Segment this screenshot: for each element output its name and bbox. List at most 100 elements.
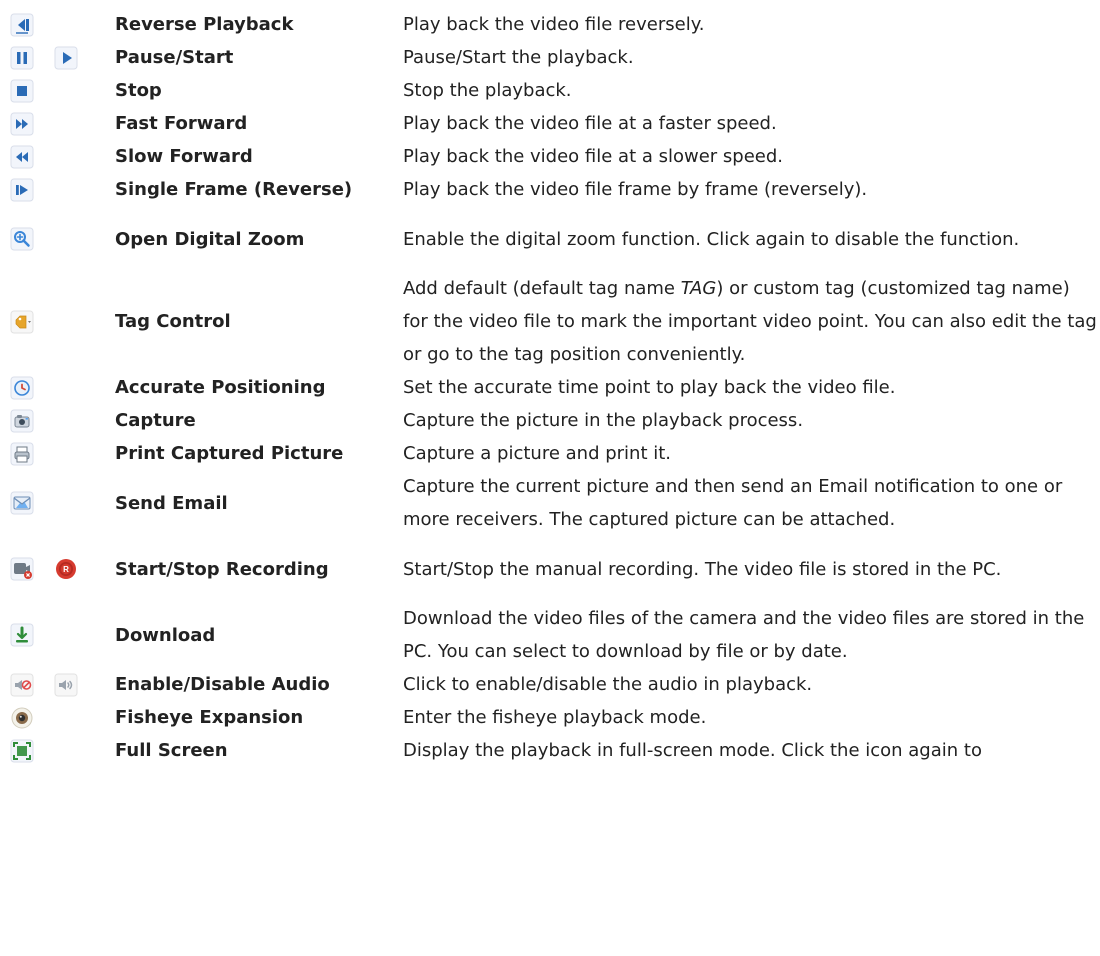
- function-description: Set the accurate time point to play back…: [403, 371, 1098, 404]
- description-text: Display the playback in full-screen mode…: [403, 740, 982, 761]
- description-text: Enter the fisheye playback mode.: [403, 707, 707, 728]
- audio-enabled-icon: [54, 673, 78, 697]
- function-name: Send Email: [115, 492, 228, 514]
- tag-icon: [10, 310, 34, 334]
- icon-cell: R: [0, 557, 115, 581]
- function-name: Enable/Disable Audio: [115, 674, 330, 695]
- function-name: Pause/Start: [115, 47, 234, 68]
- slow-forward-icon: [10, 145, 34, 169]
- function-description: Play back the video file at a faster spe…: [403, 107, 1098, 140]
- table-row: Download Download the video files of the …: [0, 602, 1100, 668]
- table-row: Reverse Playback Play back the video file…: [0, 8, 1100, 41]
- description-text: Play back the video file frame by frame …: [403, 179, 868, 200]
- reverse-playback-icon: [10, 13, 34, 37]
- description-text: Click to enable/disable the audio in pla…: [403, 674, 813, 695]
- table-row: Capture Capture the picture in the playba…: [0, 404, 1100, 437]
- function-name: Stop: [115, 80, 162, 101]
- icon-cell: [0, 145, 115, 169]
- table-row: Full Screen Display the playback in full-…: [0, 734, 1100, 767]
- function-description: Enable the digital zoom function. Click …: [403, 223, 1098, 256]
- icon-cell: [0, 376, 115, 400]
- table-row: R Start/Stop Recording Start/Stop the man…: [0, 536, 1100, 602]
- function-name: Full Screen: [115, 740, 228, 761]
- function-name: Reverse Playback: [115, 14, 294, 35]
- description-italic-text: TAG: [680, 278, 717, 299]
- description-text: Pause/Start the playback.: [403, 47, 634, 68]
- function-name: Accurate Positioning: [115, 377, 326, 398]
- description-text: Capture the current picture and then sen…: [403, 476, 1063, 530]
- function-description: Enter the fisheye playback mode.: [403, 701, 1098, 734]
- function-description: Pause/Start the playback.: [403, 41, 1098, 74]
- audio-disabled-icon: [10, 673, 34, 697]
- icon-cell: [0, 178, 115, 202]
- pause-icon: [10, 46, 34, 70]
- icon-cell: [0, 623, 115, 647]
- table-row: Fisheye Expansion Enter the fisheye playb…: [0, 701, 1100, 734]
- function-description: Download the video files of the camera a…: [403, 602, 1098, 668]
- function-name: Fisheye Expansion: [115, 707, 304, 728]
- table-row: Enable/Disable Audio Click to enable/disa…: [0, 668, 1100, 701]
- icon-cell: [0, 739, 115, 763]
- single-frame-reverse-icon: [10, 178, 34, 202]
- play-icon: [54, 46, 78, 70]
- function-name: Print Captured Picture: [115, 443, 344, 464]
- function-description: Display the playback in full-screen mode…: [403, 734, 1098, 767]
- table-row: Stop Stop the playback.: [0, 74, 1100, 107]
- icon-cell: [0, 673, 115, 697]
- function-name: Capture: [115, 410, 196, 431]
- function-name: Slow Forward: [115, 146, 253, 167]
- icon-cell: [0, 706, 115, 730]
- icon-cell: [0, 409, 115, 433]
- description-text: Play back the video file at a slower spe…: [403, 146, 784, 167]
- playback-controls-table: Reverse Playback Play back the video file…: [0, 0, 1100, 767]
- table-row: Single Frame (Reverse) Play back the vide…: [0, 173, 1100, 206]
- description-text: Play back the video file at a faster spe…: [403, 113, 777, 134]
- fisheye-icon: [10, 706, 34, 730]
- function-name: Download: [115, 624, 216, 646]
- printer-icon: [10, 442, 34, 466]
- function-name: Start/Stop Recording: [115, 558, 329, 580]
- function-name: Open Digital Zoom: [115, 228, 305, 250]
- function-description: Capture the current picture and then sen…: [403, 470, 1098, 536]
- icon-cell: [0, 310, 115, 334]
- zoom-in-icon: [10, 227, 34, 251]
- description-text: Stop the playback.: [403, 80, 572, 101]
- svg-text:R: R: [63, 565, 69, 574]
- description-text: Download the video files of the camera a…: [403, 608, 1085, 662]
- email-icon: [10, 491, 34, 515]
- function-description: Capture a picture and print it.: [403, 437, 1098, 470]
- description-text: Capture a picture and print it.: [403, 443, 672, 464]
- description-text: Set the accurate time point to play back…: [403, 377, 896, 398]
- icon-cell: [0, 79, 115, 103]
- icon-cell: [0, 227, 115, 251]
- function-description: Capture the picture in the playback proc…: [403, 404, 1098, 437]
- table-row: Send Email Capture the current picture an…: [0, 470, 1100, 536]
- icon-cell: [0, 112, 115, 136]
- table-row: Fast Forward Play back the video file at …: [0, 107, 1100, 140]
- table-row: Tag Control Add default (default tag name…: [0, 272, 1100, 371]
- fullscreen-icon: [10, 739, 34, 763]
- function-description: Play back the video file frame by frame …: [403, 173, 1098, 206]
- record-stop-icon: [10, 557, 34, 581]
- camera-capture-icon: [10, 409, 34, 433]
- download-icon: [10, 623, 34, 647]
- table-row: Pause/Start Pause/Start the playback.: [0, 41, 1100, 74]
- icon-cell: [0, 46, 115, 70]
- icon-cell: [0, 491, 115, 515]
- function-description: Play back the video file at a slower spe…: [403, 140, 1098, 173]
- description-text: Capture the picture in the playback proc…: [403, 410, 804, 431]
- table-row: Open Digital Zoom Enable the digital zoom…: [0, 206, 1100, 272]
- function-description: Stop the playback.: [403, 74, 1098, 107]
- fast-forward-icon: [10, 112, 34, 136]
- table-row: Slow Forward Play back the video file at …: [0, 140, 1100, 173]
- description-text: Start/Stop the manual recording. The vid…: [403, 558, 1002, 580]
- function-name: Single Frame (Reverse): [115, 179, 353, 200]
- clock-icon: [10, 376, 34, 400]
- description-text: Play back the video file reversely.: [403, 14, 705, 35]
- function-description: Add default (default tag name TAG) or cu…: [403, 272, 1098, 371]
- record-start-icon: R: [54, 557, 78, 581]
- function-description: Click to enable/disable the audio in pla…: [403, 668, 1098, 701]
- table-row: Accurate Positioning Set the accurate tim…: [0, 371, 1100, 404]
- function-name: Tag Control: [115, 311, 231, 332]
- stop-icon: [10, 79, 34, 103]
